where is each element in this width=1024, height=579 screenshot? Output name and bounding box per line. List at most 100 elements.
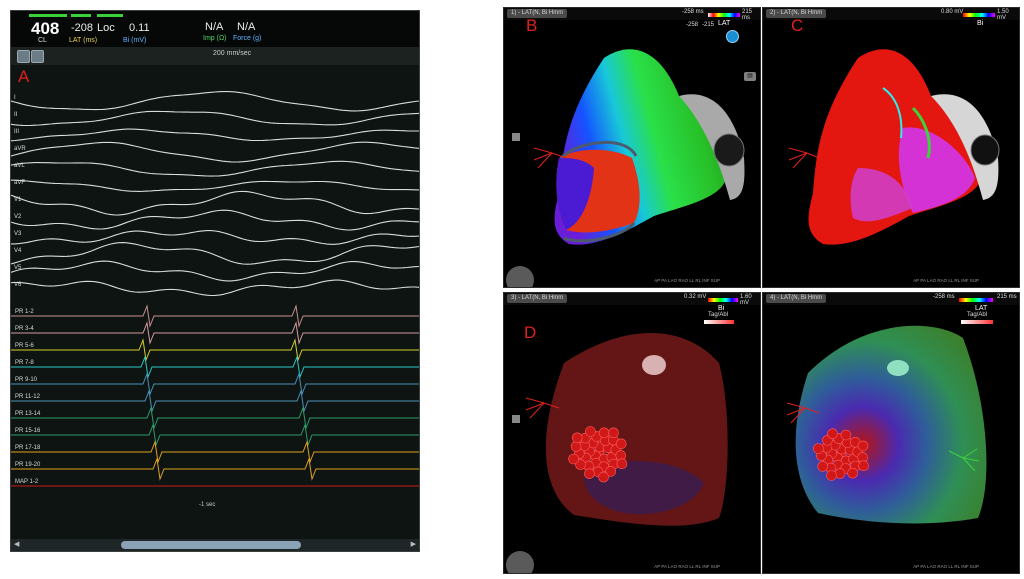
ablation-tag-point xyxy=(616,458,628,470)
side-handle[interactable] xyxy=(512,133,520,141)
egm-trace xyxy=(11,389,419,413)
map-panel-c: 2) - LAT(N, Bi Hmm 0.80 mV 1.50 mV Bi C … xyxy=(762,7,1020,288)
channel-label: PR 1-2 xyxy=(15,309,34,315)
force-value: N/A xyxy=(237,21,256,33)
lead-label: V5 xyxy=(14,265,22,271)
ecg-trace xyxy=(11,110,419,127)
lead-label: II xyxy=(14,112,18,118)
ablation-tag-point xyxy=(813,443,824,454)
map-panel-e: 4) - LAT(N, Bi Hmm -258 ms 215 ms LAT Ta… xyxy=(762,292,1020,574)
scroll-left-icon[interactable]: ◀ xyxy=(14,541,19,549)
lead-label: V6 xyxy=(14,282,22,288)
view-bar: AP PA LAO RAO LL RL INF SUP xyxy=(913,278,979,283)
channel-label: PR 17-18 xyxy=(15,445,41,451)
map-tool-icon[interactable]: ▤ xyxy=(744,72,756,81)
egm-trace xyxy=(11,440,419,464)
sweep-speed: 200 mm/sec xyxy=(213,50,252,57)
tool-icon[interactable] xyxy=(17,50,30,63)
channel-label: MAP 1-2 xyxy=(15,479,39,485)
lead-label: III xyxy=(14,129,20,135)
ecg-trace xyxy=(11,260,419,282)
egm-trace xyxy=(11,355,419,379)
loc-label: Loc xyxy=(97,22,115,34)
ablation-tag-point xyxy=(826,470,837,481)
scroll-right-icon[interactable]: ▶ xyxy=(411,541,416,549)
ablation-tag-point xyxy=(817,461,829,472)
ablation-tag-point xyxy=(840,429,852,441)
map-panel-b: 1) - LAT(N, Bi Hmm -258 ms 215 ms LAT -2… xyxy=(503,7,761,288)
lead-label: I xyxy=(14,95,16,101)
view-bar: AP PA LAO RAO LL RL INF SUP xyxy=(654,278,720,283)
bi-label: Bi (mV) xyxy=(123,37,147,44)
map-panel-d: 3) - LAT(N, Bi Hmm 0.32 mV 1.60 mV Bi Ta… xyxy=(503,292,761,574)
ablation-tag-point xyxy=(858,460,869,471)
egm-trace xyxy=(11,457,419,481)
ecg-trace xyxy=(11,141,419,163)
channel-label: PR 3-4 xyxy=(15,326,34,332)
tool-icon[interactable] xyxy=(31,50,44,63)
egm-trace xyxy=(11,372,419,396)
cl-label: CL xyxy=(38,37,47,44)
bipolar-map-heart xyxy=(788,49,1000,245)
lat-ablation-map-heart xyxy=(786,325,987,524)
header-indicator-bar xyxy=(71,14,91,17)
ablation-tag-point xyxy=(598,427,610,439)
ecg-trace xyxy=(11,179,419,192)
force-label: Force (g) xyxy=(233,35,262,42)
egm-traces xyxy=(11,90,419,487)
ecg-trace xyxy=(11,160,419,177)
ablation-tag-point xyxy=(584,468,595,479)
channel-label: PR 7-8 xyxy=(15,360,34,366)
scroll-thumb[interactable] xyxy=(121,541,301,549)
lat-label: LAT (ms) xyxy=(69,37,98,44)
channel-label: PR 5-6 xyxy=(15,343,34,349)
lead-label: V4 xyxy=(14,248,22,254)
side-handle[interactable] xyxy=(512,415,520,423)
egm-trace xyxy=(11,338,419,362)
egm-scrollbar[interactable]: ◀ ▶ xyxy=(11,539,419,551)
ecg-trace xyxy=(11,209,419,231)
lead-label: aVF xyxy=(14,180,26,186)
lead-label: V3 xyxy=(14,231,22,237)
ablation-tag-point xyxy=(615,438,627,450)
ablation-tag-point xyxy=(847,467,858,479)
ecg-trace xyxy=(11,128,419,142)
time-scale: -1 sec xyxy=(199,502,216,508)
lead-label: V1 xyxy=(14,197,22,203)
channel-label: PR 15-16 xyxy=(15,428,41,434)
ecg-trace xyxy=(11,279,419,297)
imp-label: Imp (Ω) xyxy=(203,35,227,42)
ablation-tag-point xyxy=(571,432,583,444)
bi-value: 0.11 xyxy=(129,22,150,34)
imp-value: N/A xyxy=(205,21,224,33)
view-bar: AP PA LAO RAO LL RL INF SUP xyxy=(654,564,720,569)
header-indicator-bar xyxy=(29,14,67,17)
ecg-trace xyxy=(11,230,419,245)
lat-map-heart xyxy=(506,49,745,287)
egm-header: 408 CL -208 LAT (ms) Loc 0.11 Bi (mV) N/… xyxy=(11,11,419,47)
ablation-tag-point xyxy=(598,471,609,483)
ecg-trace xyxy=(11,242,419,265)
channel-label: PR 19-20 xyxy=(15,462,41,468)
egm-toolbar: 200 mm/sec xyxy=(11,47,419,65)
lead-label: aVL xyxy=(14,163,25,169)
lat-value: -208 xyxy=(71,22,94,34)
egm-trace xyxy=(11,304,419,328)
ablation-map-heart xyxy=(506,333,728,573)
egm-trace xyxy=(11,406,419,430)
ablation-tag-point xyxy=(585,426,596,437)
view-bar: AP PA LAO RAO LL RL INF SUP xyxy=(913,564,979,569)
ecg-trace xyxy=(11,90,419,112)
egm-trace xyxy=(11,423,419,447)
lead-label: aVR xyxy=(14,146,26,152)
channel-label: PR 13-14 xyxy=(15,411,41,417)
cl-value: 408 xyxy=(31,19,60,38)
channel-label: PR 11-12 xyxy=(15,394,40,400)
header-indicator-bar xyxy=(97,14,123,17)
channel-label: PR 9-10 xyxy=(15,377,38,383)
lead-label: V2 xyxy=(14,214,22,220)
ablation-tag-point xyxy=(568,453,579,465)
egm-window: 408 CL -208 LAT (ms) Loc 0.11 Bi (mV) N/… xyxy=(10,10,420,552)
ablation-tag-point xyxy=(608,427,619,439)
ablation-tag-point xyxy=(827,428,838,439)
